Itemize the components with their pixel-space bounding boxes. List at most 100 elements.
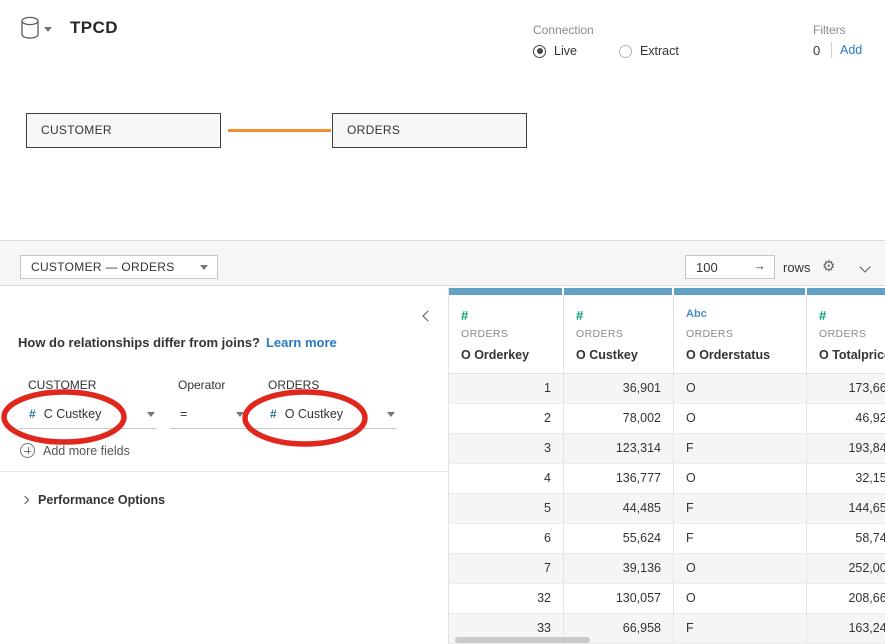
collapse-grid-chevron-icon[interactable]: [861, 258, 869, 276]
left-field-value: C Custkey: [44, 407, 102, 421]
column-header-strip[interactable]: [449, 288, 562, 295]
relationship-selector[interactable]: CUSTOMER — ORDERS: [20, 255, 218, 279]
table-cell[interactable]: F: [674, 494, 807, 524]
table-cell[interactable]: O: [674, 584, 807, 614]
table-cell[interactable]: O: [674, 404, 807, 434]
left-field-caret-icon: [147, 412, 155, 417]
editor-divider: [0, 471, 448, 472]
performance-options-toggle[interactable]: Performance Options: [22, 493, 165, 507]
grid-column-header[interactable]: # ORDERS O Orderkey: [449, 288, 564, 373]
column-table-name: ORDERS: [819, 328, 885, 340]
table-cell[interactable]: 173,665.47: [807, 374, 885, 404]
table-cell[interactable]: 32,151.78: [807, 464, 885, 494]
text-type-icon[interactable]: Abc: [686, 308, 806, 326]
canvas-table-orders[interactable]: ORDERS: [332, 113, 527, 148]
table-row: 136,901O173,665.47: [449, 374, 885, 404]
table-cell[interactable]: 58,749.59: [807, 524, 885, 554]
apply-row-limit-arrow-icon[interactable]: →: [753, 258, 766, 273]
table-cell[interactable]: 1: [449, 374, 564, 404]
table-cell[interactable]: 3: [449, 434, 564, 464]
relationship-editor-panel: How do relationships differ from joins? L…: [0, 287, 449, 644]
add-more-fields-button[interactable]: Add more fields: [20, 443, 130, 458]
performance-options-label: Performance Options: [38, 493, 165, 507]
learn-more-link[interactable]: Learn more: [266, 335, 337, 350]
table-cell[interactable]: 208,660.75: [807, 584, 885, 614]
table-cell[interactable]: F: [674, 524, 807, 554]
table-cell[interactable]: F: [674, 434, 807, 464]
add-more-fields-label: Add more fields: [43, 444, 130, 458]
horizontal-scrollbar-thumb[interactable]: [455, 637, 590, 643]
table-cell[interactable]: 39,136: [564, 554, 674, 584]
table-cell[interactable]: 2: [449, 404, 564, 434]
column-header-strip[interactable]: [807, 288, 885, 295]
column-field-name: O Orderkey: [461, 348, 563, 362]
grid-body: 136,901O173,665.47278,002O46,929.183123,…: [449, 373, 885, 644]
column-field-name: O Custkey: [576, 348, 673, 362]
relationship-fields-row: CUSTOMER # C Custkey Operator = ORDERS: [19, 378, 397, 429]
collapse-panel-chevron-icon[interactable]: [424, 307, 432, 325]
column-table-name: ORDERS: [576, 328, 673, 340]
table-cell[interactable]: 163,243.98: [807, 614, 885, 644]
table-cell[interactable]: F: [674, 614, 807, 644]
grid-toolbar: CUSTOMER — ORDERS → rows ⚙: [0, 240, 885, 286]
table-cell[interactable]: 44,485: [564, 494, 674, 524]
grid-column-header[interactable]: # ORDERS O Custkey: [564, 288, 674, 373]
live-radio-label[interactable]: Live: [554, 44, 577, 58]
column-table-name: ORDERS: [686, 328, 806, 340]
left-field-dropdown[interactable]: # C Custkey: [19, 400, 157, 429]
column-header-strip[interactable]: [674, 288, 805, 295]
table-cell[interactable]: 123,314: [564, 434, 674, 464]
filters-count: 0: [813, 43, 823, 58]
table-cell[interactable]: 5: [449, 494, 564, 524]
table-cell[interactable]: 130,057: [564, 584, 674, 614]
extract-radio-label[interactable]: Extract: [640, 44, 679, 58]
rows-label: rows: [783, 260, 810, 275]
table-cell[interactable]: 252,004.18: [807, 554, 885, 584]
number-type-icon[interactable]: #: [819, 308, 885, 326]
canvas-table-customer[interactable]: CUSTOMER: [26, 113, 221, 148]
table-cell[interactable]: 193,846.25: [807, 434, 885, 464]
relationship-selector-label: CUSTOMER — ORDERS: [31, 260, 175, 274]
number-type-icon: #: [29, 407, 36, 421]
live-radio[interactable]: [533, 45, 546, 58]
table-cell[interactable]: 46,929.18: [807, 404, 885, 434]
column-field-name: O Orderstatus: [686, 348, 806, 362]
filters-section: Filters 0 Add: [813, 23, 862, 58]
column-table-name: ORDERS: [461, 328, 563, 340]
number-type-icon[interactable]: #: [461, 308, 563, 326]
question-text: How do relationships differ from joins?: [18, 335, 260, 350]
table-row: 278,002O46,929.18: [449, 404, 885, 434]
row-limit-input[interactable]: [686, 256, 752, 278]
expand-chevron-icon: [21, 496, 29, 504]
table-cell[interactable]: 36,901: [564, 374, 674, 404]
table-cell[interactable]: 7: [449, 554, 564, 584]
filters-divider: [831, 42, 832, 58]
right-field-dropdown[interactable]: # O Custkey: [254, 400, 397, 429]
table-row: 3123,314F193,846.25: [449, 434, 885, 464]
operator-caret-icon: [236, 412, 244, 417]
number-type-icon[interactable]: #: [576, 308, 673, 326]
table-cell[interactable]: 32: [449, 584, 564, 614]
grid-column-header[interactable]: Abc ORDERS O Orderstatus: [674, 288, 807, 373]
table-cell[interactable]: 55,624: [564, 524, 674, 554]
operator-dropdown[interactable]: =: [170, 400, 250, 429]
table-row: 4136,777O32,151.78: [449, 464, 885, 494]
table-cell[interactable]: 136,777: [564, 464, 674, 494]
table-cell[interactable]: 4: [449, 464, 564, 494]
table-cell[interactable]: O: [674, 464, 807, 494]
table-cell[interactable]: 78,002: [564, 404, 674, 434]
table-cell[interactable]: O: [674, 374, 807, 404]
column-header-strip[interactable]: [564, 288, 672, 295]
datasource-title[interactable]: TPCD: [70, 18, 118, 38]
database-icon[interactable]: [20, 16, 40, 40]
relationship-noodle[interactable]: [228, 129, 331, 132]
table-cell[interactable]: 6: [449, 524, 564, 554]
grid-column-header[interactable]: #ORDERSO Totalprice: [807, 288, 885, 373]
table-cell[interactable]: 144,659.20: [807, 494, 885, 524]
add-filter-link[interactable]: Add: [840, 43, 862, 57]
filters-label: Filters: [813, 23, 862, 37]
database-menu-caret-icon[interactable]: [44, 27, 52, 32]
extract-radio[interactable]: [619, 45, 632, 58]
grid-settings-gear-icon[interactable]: ⚙: [822, 257, 835, 275]
table-cell[interactable]: O: [674, 554, 807, 584]
